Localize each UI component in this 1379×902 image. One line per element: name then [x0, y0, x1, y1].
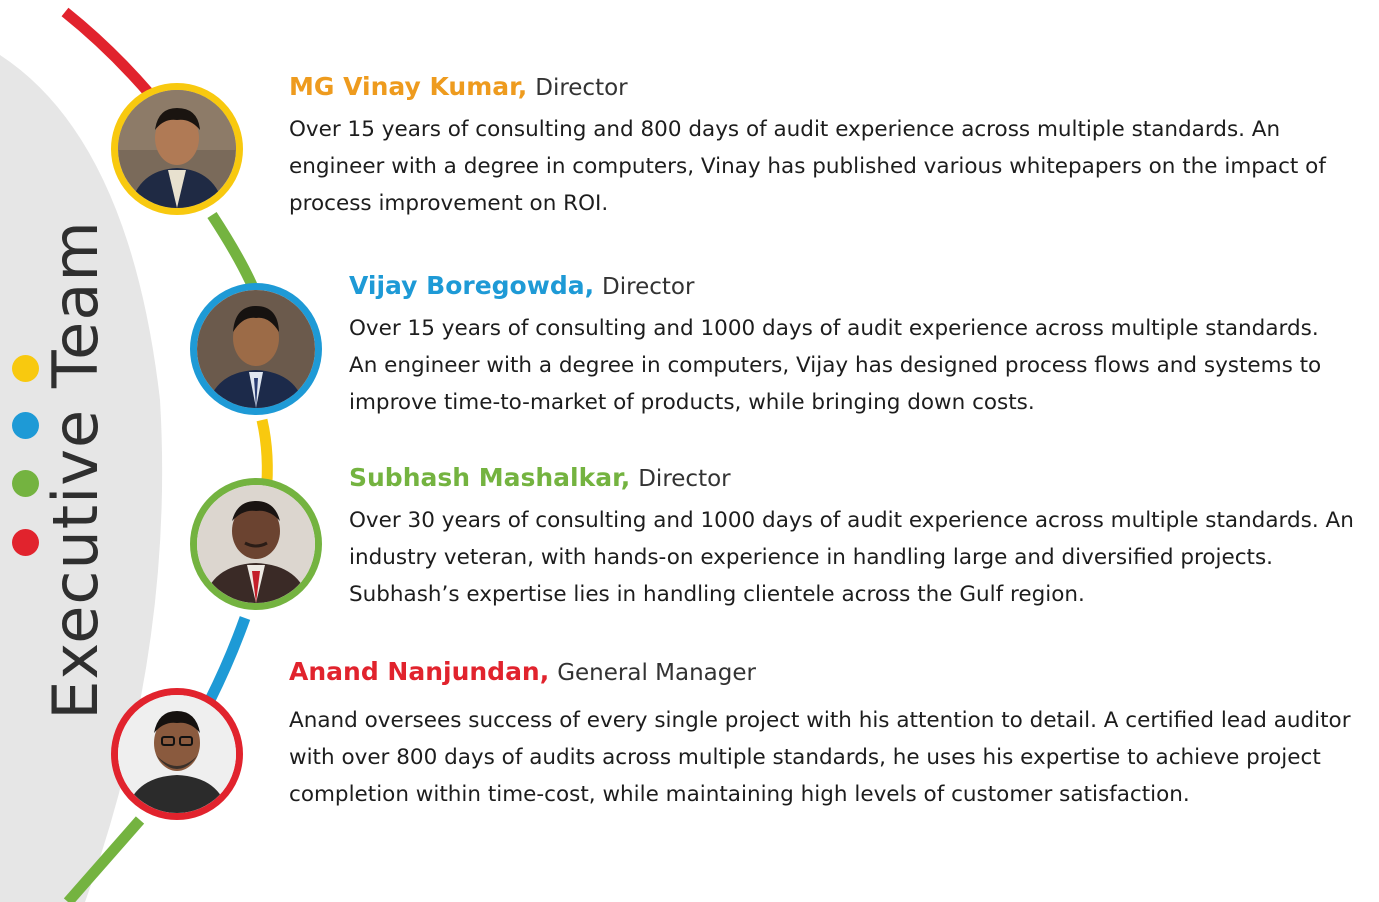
- member-entry-anand: Anand Nanjundan, General Manager Anand o…: [289, 657, 1369, 813]
- green-dot: [12, 470, 39, 497]
- member-role: Director: [535, 75, 628, 101]
- red-dot: [12, 529, 39, 556]
- member-heading: Subhash Mashalkar, Director: [349, 463, 1359, 494]
- portrait-vijay: [190, 283, 322, 415]
- member-entry-subhash: Subhash Mashalkar, Director Over 30 year…: [349, 463, 1359, 613]
- member-heading: Anand Nanjundan, General Manager: [289, 657, 1369, 688]
- member-bio: Over 15 years of consulting and 800 days…: [289, 117, 1326, 216]
- person-photo-icon: [197, 485, 315, 603]
- member-name: Anand Nanjundan,: [289, 657, 550, 686]
- member-bio: Over 15 years of consulting and 1000 day…: [349, 316, 1322, 415]
- blue-dot: [12, 412, 39, 439]
- member-name: Subhash Mashalkar,: [349, 463, 631, 492]
- person-photo-icon: [118, 90, 236, 208]
- member-name: Vijay Boregowda,: [349, 271, 595, 300]
- member-entry-vinay: MG Vinay Kumar, Director Over 15 years o…: [289, 72, 1349, 222]
- person-photo-icon: [197, 290, 315, 408]
- member-heading: Vijay Boregowda, Director: [349, 271, 1349, 302]
- member-name: MG Vinay Kumar,: [289, 72, 528, 101]
- portrait-vinay: [111, 83, 243, 215]
- member-bio: Over 30 years of consulting and 1000 day…: [349, 508, 1354, 607]
- yellow-dot: [12, 355, 39, 382]
- page-title: Executive Team: [39, 220, 112, 720]
- person-photo-icon: [118, 695, 236, 813]
- portrait-subhash: [190, 478, 322, 610]
- portrait-anand: [111, 688, 243, 820]
- member-role: Director: [638, 466, 731, 492]
- member-role: Director: [602, 274, 695, 300]
- member-bio: Anand oversees success of every single p…: [289, 708, 1351, 807]
- member-heading: MG Vinay Kumar, Director: [289, 72, 1349, 103]
- member-role: General Manager: [557, 660, 756, 686]
- member-entry-vijay: Vijay Boregowda, Director Over 15 years …: [349, 271, 1349, 421]
- arc-segment-blue: [205, 616, 251, 703]
